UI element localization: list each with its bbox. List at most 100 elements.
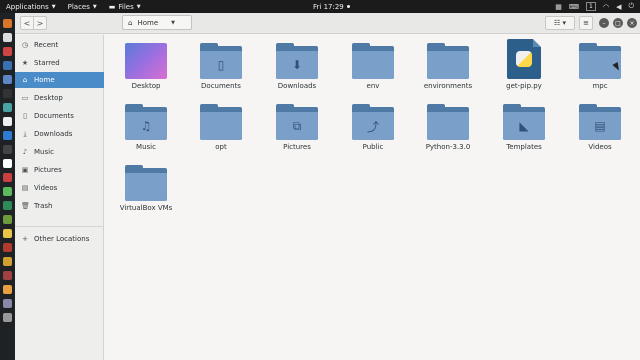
places-menu[interactable]: Places ▼	[62, 3, 103, 11]
mail-app-icon[interactable]	[3, 201, 12, 210]
sidebar-item-other-locations[interactable]: + Other Locations	[15, 231, 104, 247]
downloads-folder-icon: ⬇	[276, 43, 318, 79]
volume-icon[interactable]: ◀	[616, 3, 621, 11]
top-panel: Applications ▼ Places ▼ ▬ Files ▼ Fri 17:29 …	[0, 0, 640, 13]
calculator-app-icon[interactable]	[3, 299, 12, 308]
file-label: mpc	[592, 82, 608, 90]
show-apps-icon[interactable]	[3, 313, 12, 322]
office-app-icon[interactable]	[3, 271, 12, 280]
file-item-mpc[interactable]: mpc	[565, 43, 635, 90]
browser-icon[interactable]	[3, 47, 12, 56]
file-item-templates[interactable]: ◣ Templates	[489, 104, 559, 151]
file-item-documents[interactable]: ▯ Documents	[186, 43, 256, 90]
pictures-folder-icon: ⧉	[276, 104, 318, 140]
folder-icon: ▬	[108, 2, 116, 11]
back-button[interactable]: <	[20, 16, 34, 30]
video-editor-icon[interactable]	[3, 243, 12, 252]
folder-icon	[579, 43, 621, 79]
media-player-icon[interactable]	[3, 145, 12, 154]
clipboard-icon[interactable]: ▦	[555, 3, 562, 11]
notes-app-icon[interactable]	[3, 229, 12, 238]
trash-icon: 🗑	[21, 202, 30, 210]
download-icon: ⤓	[23, 130, 27, 138]
folder-icon	[200, 104, 242, 140]
text-editor-icon[interactable]	[3, 33, 12, 42]
minimize-icon: –	[602, 19, 606, 27]
path-label: Home	[137, 18, 159, 27]
clock[interactable]: Fri 17:29	[313, 0, 350, 13]
terminal-icon[interactable]	[3, 89, 12, 98]
file-label: opt	[215, 143, 227, 151]
music-folder-icon: ♫	[125, 104, 167, 140]
document-app-icon[interactable]	[3, 117, 12, 126]
app-launcher-icon[interactable]	[3, 19, 12, 28]
file-item-virtualbox-vms[interactable]: VirtualBox VMs	[111, 165, 181, 212]
files-app-icon[interactable]	[3, 61, 12, 70]
forward-button[interactable]: >	[33, 16, 47, 30]
chevron-down-icon: ▼	[51, 3, 56, 10]
power-icon[interactable]: ⏻	[628, 2, 634, 11]
file-item-python-3-3-0[interactable]: Python-3.3.0	[413, 104, 483, 151]
sidebar-item-downloads[interactable]: ⤓ Downloads	[15, 126, 104, 142]
sidebar-item-label: Other Locations	[34, 235, 90, 243]
settings-app-icon[interactable]	[3, 75, 12, 84]
applications-menu[interactable]: Applications ▼	[0, 3, 62, 11]
android-studio-icon[interactable]	[3, 187, 12, 196]
close-button[interactable]: ×	[627, 18, 637, 28]
sidebar-item-pictures[interactable]: ▣ Pictures	[15, 162, 104, 178]
file-item-pictures[interactable]: ⧉ Pictures	[262, 104, 332, 151]
sidebar-item-label: Videos	[34, 184, 58, 192]
python-file-icon	[507, 39, 541, 79]
git-app-icon[interactable]	[3, 173, 12, 182]
file-item-environments[interactable]: environments	[413, 43, 483, 90]
keyboard-icon[interactable]: ⌨	[569, 3, 579, 11]
picture-icon: ▣	[21, 166, 29, 174]
wifi-icon[interactable]: ◠	[603, 3, 609, 11]
file-item-env[interactable]: env	[338, 43, 408, 90]
code-editor-icon[interactable]	[3, 131, 12, 140]
sidebar-item-recent[interactable]: ◷ Recent	[15, 37, 104, 53]
file-label: Music	[136, 143, 156, 151]
chevron-down-icon: ▼	[136, 3, 141, 10]
archive-app-icon[interactable]	[3, 257, 12, 266]
maximize-icon: □	[615, 19, 621, 27]
menu-button[interactable]: ≡	[579, 16, 593, 30]
sidebar-item-label: Recent	[34, 41, 59, 49]
sidebar-item-documents[interactable]: ▯ Documents	[15, 108, 104, 124]
chevron-right-icon: >	[36, 18, 44, 28]
file-item-music[interactable]: ♫ Music	[111, 104, 181, 151]
folder-icon	[427, 104, 469, 140]
file-label: Downloads	[277, 82, 317, 90]
star-icon: ★	[21, 59, 29, 67]
sidebar-item-trash[interactable]: 🗑 Trash	[15, 198, 104, 214]
maximize-button[interactable]: □	[613, 18, 623, 28]
sidebar-item-videos[interactable]: ▤ Videos	[15, 180, 104, 196]
image-editor-icon[interactable]	[3, 285, 12, 294]
file-manager-window: < > ⌂ Home ▼ ☷ ▾ ≡ – □ × ◷ Recent ★ Starre…	[15, 13, 640, 360]
chat-app-icon[interactable]	[3, 103, 12, 112]
game-app-icon[interactable]	[3, 215, 12, 224]
list-view-icon: ☷ ▾	[553, 19, 566, 27]
sidebar-item-starred[interactable]: ★ Starred	[15, 55, 104, 71]
path-bar-home[interactable]: ⌂ Home ▼	[122, 15, 192, 30]
file-item-downloads[interactable]: ⬇ Downloads	[262, 43, 332, 90]
file-item-opt[interactable]: opt	[186, 104, 256, 151]
sidebar-item-home[interactable]: ⌂ Home	[15, 72, 104, 88]
sidebar-item-desktop[interactable]: ▭ Desktop	[15, 90, 104, 106]
file-label: Pictures	[283, 143, 311, 151]
files-menu[interactable]: ▬ Files ▼	[103, 3, 147, 11]
home-icon: ⌂	[22, 76, 28, 84]
applications-label: Applications	[6, 2, 49, 11]
sidebar-item-music[interactable]: ♪ Music	[15, 144, 104, 160]
folder-icon	[125, 165, 167, 201]
file-item-public[interactable]: ⤴ Public	[338, 104, 408, 151]
view-options-button[interactable]: ☷ ▾	[545, 16, 575, 30]
music-app-icon[interactable]	[3, 159, 12, 168]
minimize-button[interactable]: –	[599, 18, 609, 28]
file-label: VirtualBox VMs	[119, 204, 173, 212]
workspace-indicator[interactable]: 1	[585, 2, 596, 11]
file-item-videos[interactable]: ▤ Videos	[565, 104, 635, 151]
file-item-desktop[interactable]: Desktop	[111, 43, 181, 90]
file-item-get-pip[interactable]: get-pip.py	[489, 39, 559, 90]
chevron-down-icon: ▼	[171, 19, 175, 26]
